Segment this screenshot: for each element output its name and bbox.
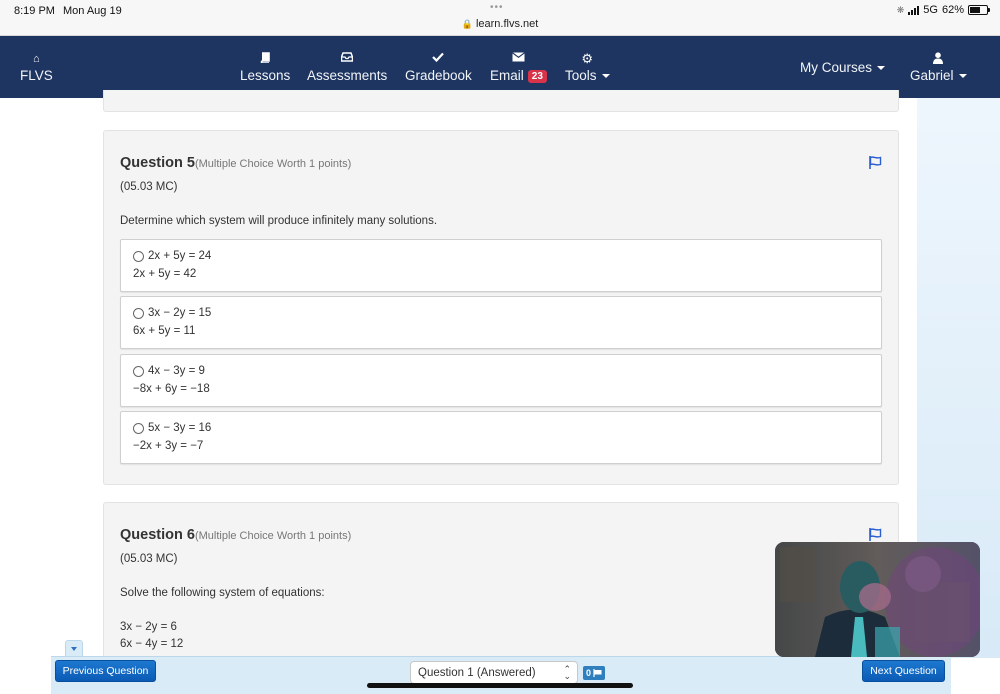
book-icon: [260, 51, 270, 66]
nav-label: Gradebook: [405, 67, 472, 83]
radio-button[interactable]: [133, 250, 144, 262]
question-type: (Multiple Choice Worth 1 points): [194, 530, 352, 542]
question-title: Question 5(Multiple Choice Worth 1 point…: [120, 155, 351, 171]
nav-user-dropdown[interactable]: Gabriel: [910, 36, 967, 98]
network-type: 5G: [923, 4, 938, 16]
date-text: Mon Aug 19: [62, 5, 122, 17]
flag-icon: [593, 669, 602, 677]
question-prompt: Solve the following system of equations:: [120, 587, 325, 599]
multitasking-dots[interactable]: •••: [490, 2, 504, 13]
nav-label: My Courses: [800, 59, 873, 75]
status-time: 8:19 PM Mon Aug 19: [14, 5, 122, 17]
question-select[interactable]: Question 1 (Answered) ⌃ ⌄: [410, 661, 578, 684]
option-equation: 6x + 5y = 11: [133, 325, 196, 337]
nav-gradebook[interactable]: Gradebook: [405, 36, 472, 98]
nav-label: Tools: [565, 67, 597, 83]
question-prompt: Determine which system will produce infi…: [120, 215, 438, 227]
question-title: Question 6(Multiple Choice Worth 1 point…: [120, 527, 351, 543]
option-equation: 2x + 5y = 42: [133, 268, 197, 280]
option-equation: −8x + 6y = −18: [133, 383, 210, 395]
option-equation: −2x + 3y = −7: [133, 440, 204, 452]
nav-my-courses-dropdown[interactable]: My Courses: [800, 36, 886, 98]
nav-label: Lessons: [240, 67, 291, 83]
home-icon: ⌂: [33, 52, 40, 65]
nav-lessons[interactable]: Lessons: [240, 36, 290, 98]
caret-down-icon: [71, 647, 77, 651]
flag-question-icon[interactable]: [868, 527, 883, 541]
flagged-count-badge[interactable]: 0: [583, 666, 606, 680]
nav-assessments[interactable]: Assessments: [307, 36, 387, 98]
equation-line: 3x − 2y = 6: [120, 621, 177, 633]
option-equation: 5x − 3y = 16: [148, 422, 212, 434]
home-indicator[interactable]: [367, 683, 633, 688]
question-number: Question 6: [120, 527, 195, 543]
gear-icon: ⚙: [581, 50, 594, 66]
nav-home-flvs[interactable]: ⌂ FLVS: [20, 36, 53, 98]
collapse-toggle[interactable]: [65, 640, 83, 657]
check-icon: [432, 52, 445, 66]
main-navbar: ⌂ FLVS Lessons Assessments Gradebook Ema…: [0, 36, 1000, 98]
ios-status-bar: 8:19 PM Mon Aug 19 ••• 🔒 learn.flvs.net ❋…: [0, 0, 1000, 36]
caret-down-icon: [601, 73, 610, 78]
status-indicators: ❋ 5G 62%: [896, 4, 990, 16]
option-equation: 4x − 3y = 9: [148, 365, 205, 377]
flag-count-text: 0: [586, 668, 592, 678]
url-text: learn.flvs.net: [475, 18, 539, 30]
option-equation: 3x − 2y = 15: [148, 307, 212, 319]
nav-label: Gabriel: [910, 67, 954, 83]
question-code: (05.03 MC): [120, 553, 178, 565]
lock-icon: 🔒: [461, 19, 473, 29]
picture-in-picture-video[interactable]: [775, 542, 980, 657]
answer-option[interactable]: 3x − 2y = 15 6x + 5y = 11: [120, 296, 882, 349]
selected-question-text: Question 1 (Answered): [418, 666, 536, 679]
email-unread-badge: 23: [527, 69, 547, 83]
answer-option[interactable]: 4x − 3y = 9 −8x + 6y = −18: [120, 354, 882, 407]
url-bar[interactable]: 🔒 learn.flvs.net: [0, 18, 1000, 30]
battery-percent: 62%: [941, 4, 964, 16]
user-icon: [933, 51, 944, 66]
select-arrows-icon: ⌃ ⌄: [563, 664, 571, 681]
answer-option[interactable]: 5x − 3y = 16 −2x + 3y = −7: [120, 411, 882, 464]
question-5-panel: Question 5(Multiple Choice Worth 1 point…: [103, 130, 899, 485]
caret-down-icon: [877, 65, 886, 70]
battery-icon: [968, 5, 990, 15]
time-text: 8:19 PM: [14, 5, 55, 17]
envelope-icon: [512, 51, 525, 66]
inbox-icon: [340, 51, 354, 66]
radio-button[interactable]: [133, 422, 144, 434]
question-code: (05.03 MC): [120, 181, 178, 193]
nav-label: Assessments: [307, 67, 388, 83]
previous-question-button[interactable]: Previous Question: [55, 660, 156, 682]
loading-icon: ❋: [896, 4, 905, 15]
question-type: (Multiple Choice Worth 1 points): [194, 158, 352, 170]
next-question-button[interactable]: Next Question: [862, 660, 945, 682]
nav-email[interactable]: Email 23: [490, 36, 547, 98]
option-equation: 2x + 5y = 24: [148, 250, 212, 262]
radio-button[interactable]: [133, 365, 144, 377]
previous-question-panel: [103, 90, 899, 112]
nav-label: Email: [490, 67, 524, 83]
question-number: Question 5: [120, 155, 195, 171]
answer-option[interactable]: 2x + 5y = 24 2x + 5y = 42: [120, 239, 882, 292]
video-frame: [775, 542, 980, 657]
nav-label: FLVS: [20, 67, 53, 83]
caret-down-icon: [958, 73, 967, 78]
equation-line: 6x − 4y = 12: [120, 638, 184, 650]
flag-question-icon[interactable]: [868, 155, 883, 169]
signal-icon: [908, 5, 920, 15]
nav-tools-dropdown[interactable]: ⚙ Tools: [565, 36, 610, 98]
radio-button[interactable]: [133, 307, 144, 319]
